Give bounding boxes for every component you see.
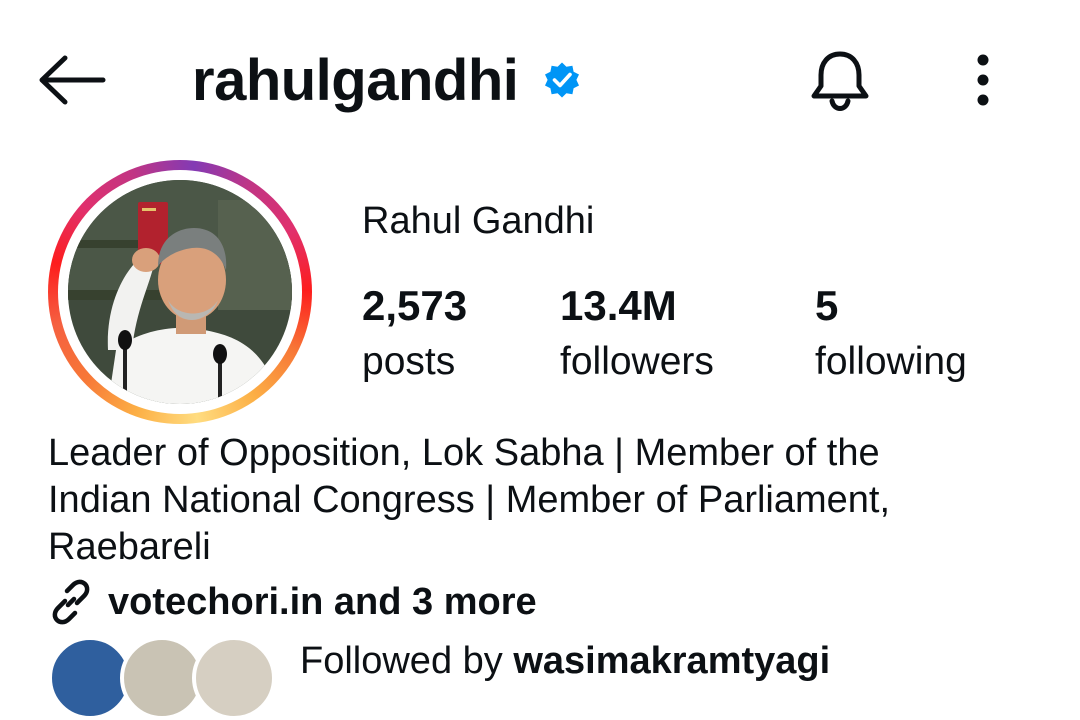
verified-badge-icon bbox=[545, 62, 580, 98]
posts-label: posts bbox=[362, 340, 456, 383]
display-name: Rahul Gandhi bbox=[362, 200, 595, 242]
avatar-ring-gap bbox=[58, 170, 302, 414]
followed-by-prefix: Followed by bbox=[300, 640, 514, 682]
followers-stat[interactable]: 13.4M followers bbox=[560, 282, 714, 388]
username-title: rahulgandhi bbox=[192, 47, 519, 113]
following-label: following bbox=[815, 340, 967, 383]
back-arrow-icon bbox=[39, 55, 106, 105]
posts-stat[interactable]: 2,573 posts bbox=[362, 282, 467, 388]
profile-links[interactable]: votechori.in and 3 more bbox=[48, 578, 537, 626]
mutual-avatar bbox=[192, 636, 276, 720]
more-vertical-icon bbox=[977, 54, 989, 106]
following-stat[interactable]: 5 following bbox=[815, 282, 967, 388]
posts-count: 2,573 bbox=[362, 282, 468, 329]
followers-label: followers bbox=[560, 340, 714, 383]
more-options-button[interactable] bbox=[958, 44, 1008, 116]
bio-line: Indian National Congress | Member of Par… bbox=[48, 479, 891, 521]
following-count: 5 bbox=[815, 282, 839, 329]
followed-by-row[interactable]: Followed by wasimakramtyagi bbox=[48, 636, 830, 720]
bell-icon bbox=[811, 51, 869, 112]
profile-photo-illustration bbox=[68, 180, 292, 404]
username-header: rahulgandhi bbox=[192, 40, 582, 120]
followers-count: 13.4M bbox=[560, 282, 677, 329]
bio-line: Leader of Opposition, Lok Sabha | Member… bbox=[48, 432, 880, 474]
profile-avatar[interactable] bbox=[48, 160, 312, 424]
link-icon bbox=[52, 579, 90, 625]
bio-line: Raebareli bbox=[48, 526, 211, 568]
bio: Leader of Opposition, Lok Sabha | Member… bbox=[48, 430, 1048, 571]
followed-by-text: Followed by wasimakramtyagi bbox=[300, 640, 830, 683]
profile-photo bbox=[68, 180, 292, 404]
link-text: votechori.in and 3 more bbox=[108, 580, 537, 623]
followed-by-user[interactable]: wasimakramtyagi bbox=[513, 640, 830, 682]
back-button[interactable] bbox=[36, 44, 108, 116]
notifications-button[interactable] bbox=[802, 40, 878, 120]
